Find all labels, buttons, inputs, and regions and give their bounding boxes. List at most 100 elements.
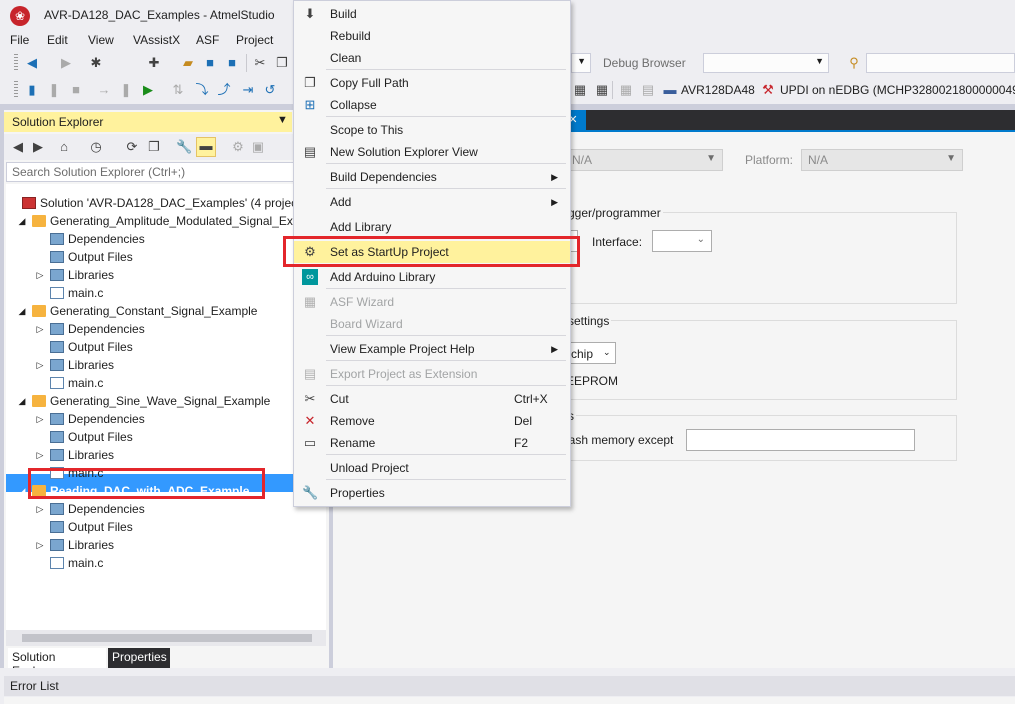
menu-item-build[interactable]: ⬇ Build: [294, 3, 570, 25]
flash-memory-except-input[interactable]: [686, 429, 915, 451]
project-node[interactable]: ◢ Generating_Sine_Wave_Signal_Example: [16, 392, 326, 410]
chip-icon[interactable]: ▬: [662, 82, 678, 98]
menu-item-scope-to-this[interactable]: Scope to This: [294, 119, 570, 141]
menu-item-rebuild[interactable]: Rebuild: [294, 25, 570, 47]
project-node[interactable]: ◢ Generating_Constant_Signal_Example: [16, 302, 326, 320]
menu-project[interactable]: Project: [236, 33, 273, 47]
step-icon[interactable]: →: [96, 82, 112, 98]
save-icon[interactable]: ■: [202, 55, 218, 71]
tab-properties[interactable]: Properties: [108, 648, 170, 668]
collapsed-arrow-icon[interactable]: ▷: [34, 536, 46, 554]
debug-browser-combo[interactable]: ▼: [703, 53, 829, 73]
processor-icon[interactable]: ▤: [640, 82, 656, 98]
memory-icon[interactable]: ▦: [572, 82, 588, 98]
find-icon[interactable]: ⚲: [846, 55, 862, 71]
interface-combo[interactable]: ⌄: [652, 230, 712, 252]
io-view-icon[interactable]: ▦: [594, 82, 610, 98]
menu-item-unload-project[interactable]: Unload Project: [294, 457, 570, 479]
run-to-cursor-icon[interactable]: ⇥: [240, 82, 256, 98]
view-designer-icon[interactable]: ▣: [250, 139, 266, 155]
forward-icon[interactable]: ▶: [58, 55, 74, 71]
tree-item[interactable]: main.c: [34, 374, 326, 392]
menu-item-copy-full-path[interactable]: ❐ Copy Full Path: [294, 72, 570, 94]
tree-item[interactable]: main.c: [34, 554, 326, 572]
step-over-icon[interactable]: ⤵: [194, 82, 210, 98]
collapsed-arrow-icon[interactable]: ▷: [34, 356, 46, 374]
expanded-arrow-icon[interactable]: ◢: [16, 302, 28, 320]
wrench-icon[interactable]: 🔧: [176, 139, 192, 155]
config-combo[interactable]: ▼: [571, 53, 591, 73]
copy-icon[interactable]: ❐: [274, 55, 290, 71]
collapsed-arrow-icon[interactable]: ▷: [34, 446, 46, 464]
step-into-icon[interactable]: ⇅: [170, 82, 186, 98]
toolbar-grip[interactable]: [14, 54, 18, 72]
tab-solution-explorer[interactable]: Solution Explorer: [8, 648, 106, 678]
solution-explorer-search-input[interactable]: Search Solution Explorer (Ctrl+;): [6, 162, 326, 182]
new-project-icon[interactable]: ✱: [88, 55, 104, 71]
menu-item-export-project-as-extension[interactable]: ▤ Export Project as Extension: [294, 363, 570, 385]
toolbar-grip[interactable]: [14, 81, 18, 99]
start-without-debug-icon[interactable]: ▮: [24, 82, 40, 98]
solution-node[interactable]: Solution 'AVR-DA128_DAC_Examples' (4 pro…: [6, 194, 326, 212]
home-icon[interactable]: ⌂: [56, 139, 72, 155]
collapse-all-icon[interactable]: ❐: [146, 139, 162, 155]
error-list-header[interactable]: [4, 676, 1015, 696]
menu-item-build-dependencies[interactable]: Build Dependencies ▶: [294, 166, 570, 188]
menu-edit[interactable]: Edit: [47, 33, 68, 47]
collapsed-arrow-icon[interactable]: ▷: [34, 320, 46, 338]
cut-icon[interactable]: ✂: [252, 55, 268, 71]
menu-item-add-library[interactable]: Add Library: [294, 216, 570, 238]
tree-item[interactable]: ▷ Dependencies: [34, 410, 326, 428]
menu-item-asf-wizard[interactable]: ▦ ASF Wizard: [294, 291, 570, 313]
menu-view[interactable]: View: [88, 33, 114, 47]
find-combo[interactable]: [866, 53, 1015, 73]
menu-item-collapse[interactable]: ⊞ Collapse: [294, 94, 570, 116]
tool-label[interactable]: UPDI on nEDBG (MCHP3280021800000049): [780, 83, 1015, 97]
menu-item-properties[interactable]: 🔧 Properties: [294, 482, 570, 504]
menu-file[interactable]: File: [10, 33, 29, 47]
tree-item[interactable]: ▷ Libraries: [34, 536, 326, 554]
menu-item-remove[interactable]: ✕ Remove Del: [294, 410, 570, 432]
collapsed-arrow-icon[interactable]: ▷: [34, 500, 46, 518]
menu-item-add-arduino-library[interactable]: ∞ Add Arduino Library: [294, 266, 570, 288]
menu-item-add[interactable]: Add ▶: [294, 191, 570, 213]
tree-item[interactable]: ▷ Dependencies: [34, 500, 326, 518]
scrollbar-thumb[interactable]: [22, 634, 312, 642]
pause-icon[interactable]: ❚: [46, 82, 62, 98]
break-icon[interactable]: ❚: [118, 82, 134, 98]
save-all-icon[interactable]: ■: [224, 55, 240, 71]
menu-item-view-example-project-help[interactable]: View Example Project Help ▶: [294, 338, 570, 360]
view-code-icon[interactable]: ⚙: [230, 139, 246, 155]
collapsed-arrow-icon[interactable]: ▷: [34, 266, 46, 284]
registers-icon[interactable]: ▦: [618, 82, 634, 98]
tree-item[interactable]: Output Files: [34, 428, 326, 446]
start-debugging-icon[interactable]: ▶: [140, 82, 156, 98]
project-node[interactable]: ◢ Generating_Amplitude_Modulated_Signal_E…: [16, 212, 326, 230]
menu-item-board-wizard[interactable]: Board Wizard: [294, 313, 570, 335]
device-label[interactable]: AVR128DA48: [681, 83, 755, 97]
tree-item[interactable]: ▷ Libraries: [34, 266, 326, 284]
hammer-icon[interactable]: ⚒: [760, 82, 776, 98]
platform-combo[interactable]: N/A ▼: [801, 149, 963, 171]
expanded-arrow-icon[interactable]: ◢: [16, 482, 28, 500]
tree-item[interactable]: ▷ Libraries: [34, 356, 326, 374]
tree-item[interactable]: main.c: [34, 284, 326, 302]
menu-item-cut[interactable]: ✂ Cut Ctrl+X: [294, 388, 570, 410]
reset-icon[interactable]: ↺: [262, 82, 278, 98]
stop-icon[interactable]: ■: [68, 82, 84, 98]
menu-asf[interactable]: ASF: [196, 33, 219, 47]
back-icon[interactable]: ◀: [10, 139, 26, 155]
tree-item[interactable]: ▷ Dependencies: [34, 320, 326, 338]
menu-item-rename[interactable]: ▭ Rename F2: [294, 432, 570, 454]
menu-item-clean[interactable]: Clean: [294, 47, 570, 69]
collapsed-arrow-icon[interactable]: ▷: [34, 410, 46, 428]
configuration-combo[interactable]: N/A ▼: [565, 149, 723, 171]
menu-vassistx[interactable]: VAssistX: [133, 33, 180, 47]
sync-icon[interactable]: ⟳: [124, 139, 140, 155]
expanded-arrow-icon[interactable]: ◢: [16, 392, 28, 410]
forward-icon[interactable]: ▶: [30, 139, 46, 155]
open-folder-icon[interactable]: ▰: [180, 55, 196, 71]
menu-item-new-solution-explorer-view[interactable]: ▤ New Solution Explorer View: [294, 141, 570, 163]
add-item-icon[interactable]: ✚: [146, 55, 162, 71]
step-out-icon[interactable]: ⤴: [216, 82, 232, 98]
